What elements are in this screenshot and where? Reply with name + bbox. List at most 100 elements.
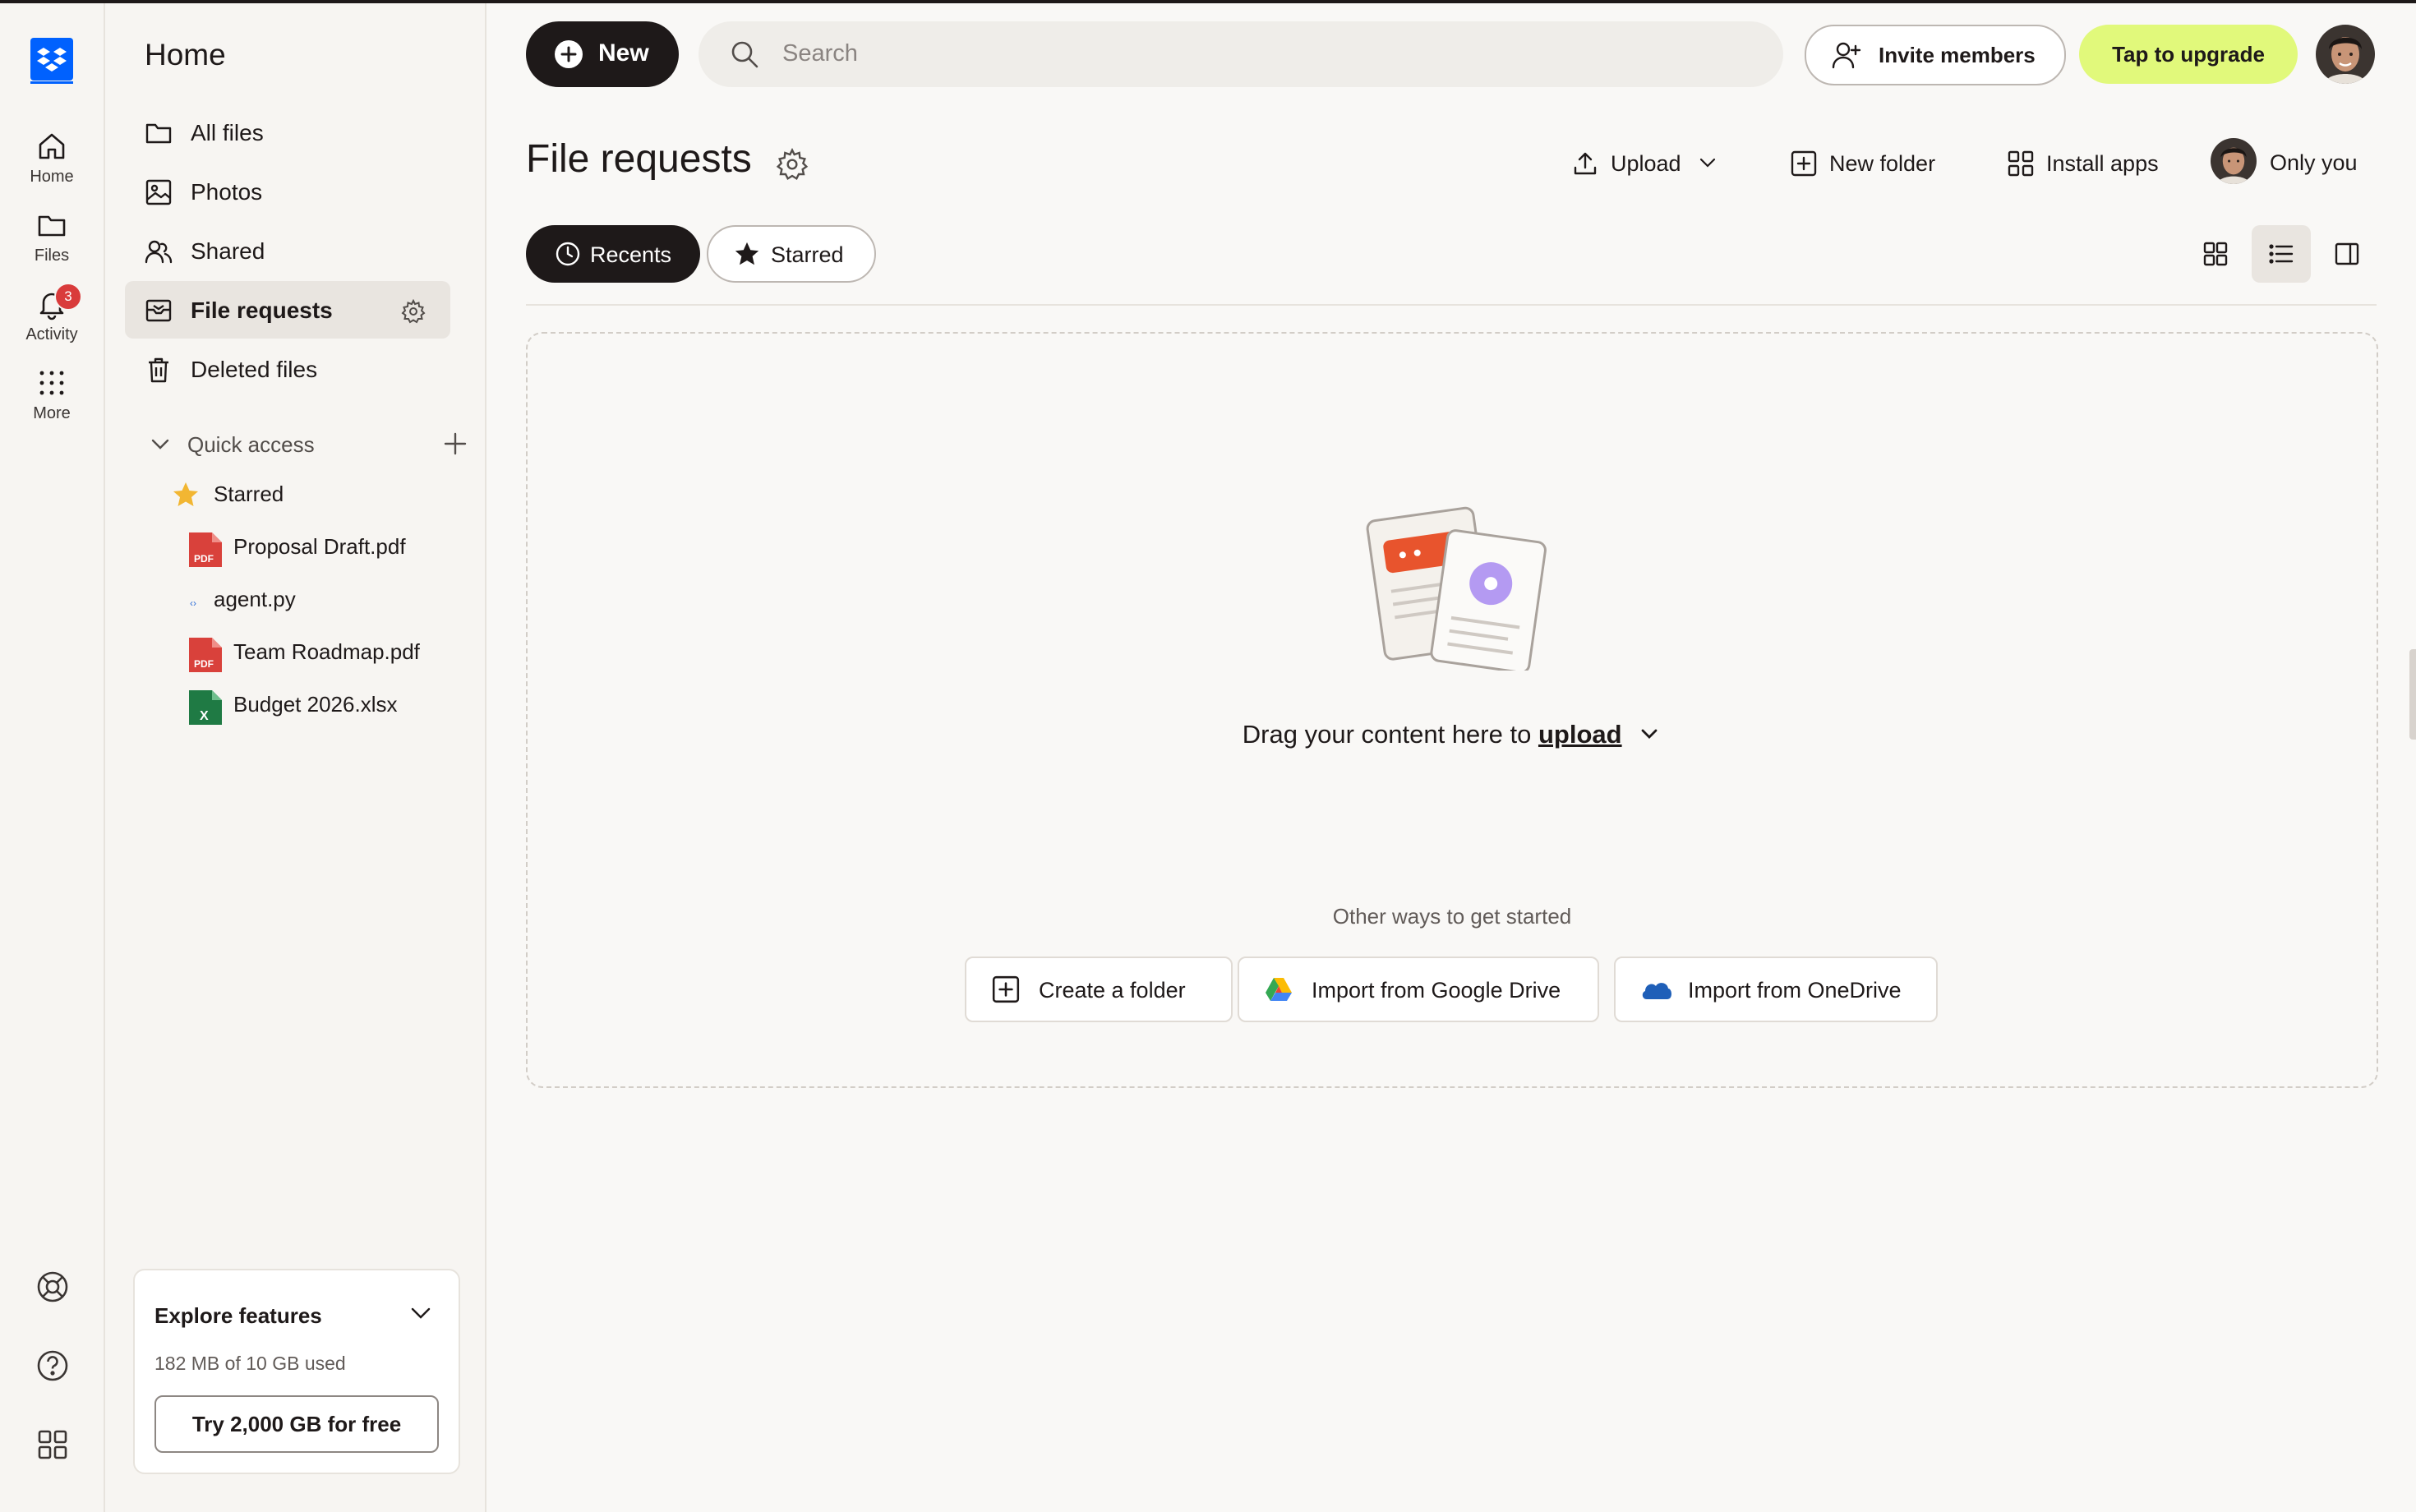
drag-prompt: Drag your content here to upload xyxy=(528,720,2377,761)
svg-text:PDF: PDF xyxy=(194,658,214,670)
side-panel-button[interactable] xyxy=(2317,225,2377,283)
grid-view-button[interactable] xyxy=(2186,225,2245,283)
chevron-down-icon[interactable] xyxy=(1637,721,1662,746)
sidebar-item-all-files[interactable]: All files xyxy=(125,104,450,161)
install-apps-label: Install apps xyxy=(2046,151,2159,176)
notification-badge: 3 xyxy=(54,283,82,311)
tab-recents[interactable]: Recents xyxy=(526,225,700,283)
quick-access-item-proposal[interactable]: PDF Proposal Draft.pdf xyxy=(171,524,483,570)
list-view-button[interactable] xyxy=(2252,225,2311,283)
quick-access-item-budget[interactable]: X Budget 2026.xlsx xyxy=(171,682,483,728)
sidebar-item-label: Photos xyxy=(191,179,263,205)
upgrade-button[interactable]: Tap to upgrade xyxy=(2079,25,2298,84)
rail-item-label: Files xyxy=(34,247,70,265)
search-icon xyxy=(728,38,761,71)
quick-access-header[interactable]: Quick access xyxy=(148,422,477,463)
sharing-avatar[interactable] xyxy=(2211,138,2257,184)
gear-icon[interactable] xyxy=(401,299,426,324)
tab-label: Recents xyxy=(590,242,672,267)
scrollbar-handle[interactable] xyxy=(2409,649,2416,740)
tab-label: Starred xyxy=(771,242,844,267)
plus-square-icon xyxy=(991,975,1021,1004)
shared-icon xyxy=(145,237,173,265)
sidebar-item-label: All files xyxy=(191,120,264,145)
upload-dropzone[interactable]: Drag your content here to upload Other w… xyxy=(526,332,2378,1088)
import-onedrive-button[interactable]: Import from OneDrive xyxy=(1614,957,1938,1022)
quick-access-item-starred[interactable]: Starred xyxy=(171,472,483,518)
rail-item-label: Activity xyxy=(25,325,78,343)
upload-icon xyxy=(1571,150,1599,177)
quick-access-label: agent.py xyxy=(214,587,296,611)
storage-usage: 182 MB of 10 GB used xyxy=(154,1353,346,1374)
sidebar-item-deleted-files[interactable]: Deleted files xyxy=(125,340,450,398)
rail-item-activity[interactable]: 3 Activity xyxy=(0,283,104,348)
new-folder-label: New folder xyxy=(1829,151,1936,176)
quick-access-label: Quick access xyxy=(187,432,315,457)
search-placeholder: Search xyxy=(782,40,858,67)
rail-item-files[interactable]: Files xyxy=(0,204,104,270)
avatar[interactable] xyxy=(2316,25,2375,84)
upload-button[interactable]: Upload xyxy=(1571,143,1727,184)
sidebar-item-label: Shared xyxy=(191,238,265,264)
quick-access-item-agent[interactable]: ‹› agent.py xyxy=(171,577,483,623)
star-icon xyxy=(171,480,201,509)
new-button[interactable]: New xyxy=(526,21,679,87)
upload-label: Upload xyxy=(1611,151,1681,176)
header-divider xyxy=(526,304,2377,306)
chevron-down-icon[interactable] xyxy=(408,1300,434,1326)
sidebar-title: Home xyxy=(145,38,226,71)
quick-access-item-roadmap[interactable]: PDF Team Roadmap.pdf xyxy=(171,629,483,675)
plus-circle-icon xyxy=(554,39,583,69)
import-google-drive-button[interactable]: Import from Google Drive xyxy=(1238,957,1599,1022)
support-icon[interactable] xyxy=(35,1269,71,1305)
pdf-file-icon: PDF xyxy=(187,531,224,569)
sidebar-item-photos[interactable]: Photos xyxy=(125,163,450,220)
file-request-icon xyxy=(145,297,173,325)
sidebar-item-file-requests[interactable]: File requests xyxy=(125,281,450,339)
grid-dots-icon xyxy=(35,366,68,399)
trash-icon xyxy=(145,356,173,384)
list-view-icon xyxy=(2266,239,2296,269)
svg-text:X: X xyxy=(200,709,209,723)
clock-icon xyxy=(554,240,582,268)
upload-link[interactable]: upload xyxy=(1538,720,1622,749)
svg-text:‹›: ‹› xyxy=(190,597,196,609)
folder-icon xyxy=(145,119,173,147)
search-bar[interactable]: Search xyxy=(699,21,1783,87)
invite-members-label: Invite members xyxy=(1879,43,2036,67)
dropbox-logo-icon[interactable] xyxy=(30,38,73,84)
pdf-icon: PDF xyxy=(187,636,224,674)
try-free-button[interactable]: Try 2,000 GB for free xyxy=(154,1395,439,1453)
grid-view-icon xyxy=(2201,239,2230,269)
import-onedrive-label: Import from OneDrive xyxy=(1688,978,1902,1003)
quick-access-label: Budget 2026.xlsx xyxy=(233,692,398,717)
sidebar-item-label: File requests xyxy=(191,297,333,323)
side-panel-icon xyxy=(2332,239,2362,269)
sidebar-item-shared[interactable]: Shared xyxy=(125,222,450,279)
plus-square-icon xyxy=(1790,150,1818,177)
install-apps-button[interactable]: Install apps xyxy=(2007,143,2188,184)
rail-item-home[interactable]: Home xyxy=(0,125,104,191)
add-quick-access-icon[interactable] xyxy=(440,429,470,459)
files-illustration-icon xyxy=(1358,490,1555,671)
quick-access-label: Starred xyxy=(214,482,284,506)
sidebar: Home All files Photos Shared File reques… xyxy=(105,3,486,1512)
rail-item-label: Home xyxy=(30,168,74,186)
tab-starred[interactable]: Starred xyxy=(707,225,876,283)
rail-item-label: More xyxy=(33,404,71,422)
help-icon[interactable] xyxy=(35,1348,71,1384)
invite-members-button[interactable]: Invite members xyxy=(1805,25,2066,85)
apps-icon[interactable] xyxy=(35,1427,71,1463)
rail-item-more[interactable]: More xyxy=(0,362,104,427)
quick-access-label: Team Roadmap.pdf xyxy=(233,639,420,664)
drag-text: Drag your content here to xyxy=(1242,720,1532,749)
sidebar-item-label: Deleted files xyxy=(191,357,318,382)
chevron-down-icon xyxy=(1696,151,1719,174)
page-title: File requests xyxy=(526,137,752,181)
create-folder-button[interactable]: Create a folder xyxy=(965,957,1233,1022)
onedrive-icon xyxy=(1640,975,1673,1004)
explore-features-title: Explore features xyxy=(154,1303,322,1328)
gear-icon[interactable] xyxy=(776,148,809,181)
sharing-label[interactable]: Only you xyxy=(2270,150,2358,176)
new-folder-button[interactable]: New folder xyxy=(1790,143,1954,184)
